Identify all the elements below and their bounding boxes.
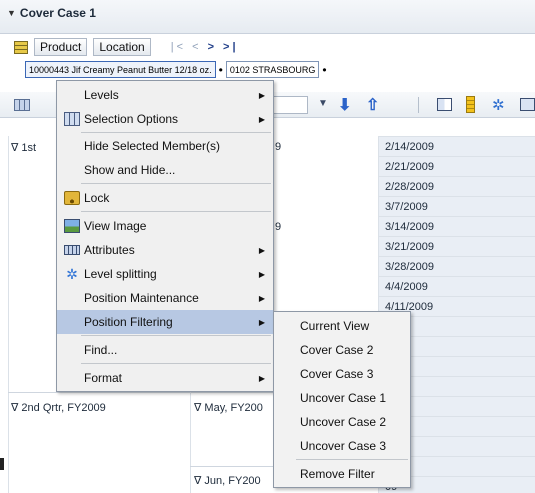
filter-separator-dot: • [322,62,327,77]
view-title: Cover Case 1 [19,6,96,20]
submenu-item-uncover-case-2[interactable]: Uncover Case 2 [274,410,410,434]
submenu-arrow-icon: ▶ [258,269,265,279]
export-icon[interactable] [437,98,452,111]
date-cell[interactable]: 3/7/2009 [378,196,535,216]
menu-item-show-and-hide[interactable]: Show and Hide... [57,158,273,182]
toolbar-search-input[interactable] [270,96,308,114]
date-cell[interactable]: 3/28/2009 [378,256,535,276]
context-menu: Levels ▶ Selection Options ▶ Hide Select… [56,80,274,392]
page-navigation-icons[interactable]: |< < > >| [171,41,239,53]
menu-item-label: Show and Hide... [84,163,176,177]
menu-item-hide-selected[interactable]: Hide Selected Member(s) [57,134,273,158]
menu-item-label: Find... [84,343,118,357]
filter-row: 10000443 Jif Creamy Peanut Butter 12/18 … [25,61,327,78]
menu-item-selection-options[interactable]: Selection Options ▶ [57,107,273,131]
product-filter-value[interactable]: 10000443 Jif Creamy Peanut Butter 12/18 … [25,61,216,78]
submenu-arrow-icon: ▶ [258,317,265,327]
submenu-item-cover-case-2[interactable]: Cover Case 2 [274,338,410,362]
submenu-item-cover-case-3[interactable]: Cover Case 3 [274,362,410,386]
attributes-icon [64,245,80,255]
submenu-item-current-view[interactable]: Current View [274,314,410,338]
month-jun-label[interactable]: ∇ Jun, FY200 [194,474,261,487]
month-may-label[interactable]: ∇ May, FY200 [194,401,263,414]
tab-location[interactable]: Location [93,38,151,56]
submenu-arrow-icon: ▶ [258,114,265,124]
view-title-bar[interactable]: ▼ Cover Case 1 [7,5,96,21]
menu-item-label: Position Filtering [84,315,173,329]
quarter-2-label[interactable]: ∇ 2nd Qrtr, FY2009 [11,401,106,414]
location-filter-value[interactable]: 0102 STRASBOURG [225,61,320,78]
date-cell[interactable]: 4/4/2009 [378,276,535,296]
submenu-arrow-icon: ▶ [258,293,265,303]
menu-item-label: Lock [84,191,110,205]
position-filtering-submenu: Current View Cover Case 2 Cover Case 3 U… [273,311,411,488]
table-view-icon[interactable] [14,99,30,111]
menu-item-format[interactable]: Format ▶ [57,366,273,390]
menu-separator [81,335,271,336]
submenu-item-uncover-case-3[interactable]: Uncover Case 3 [274,434,410,458]
month-fragment: 9 [275,141,282,153]
menu-item-lock[interactable]: Lock [57,186,273,210]
grid-view-icon[interactable] [14,40,28,54]
collapse-chevron-icon[interactable]: ▼ [7,8,16,18]
date-cell[interactable]: 2/21/2009 [378,156,535,176]
level-splitting-icon: ✲ [66,266,78,282]
menu-item-view-image[interactable]: View Image [57,214,273,238]
menu-item-label: Selection Options [84,112,179,126]
date-cell[interactable]: 3/21/2009 [378,236,535,256]
menu-item-level-splitting[interactable]: ✲ Level splitting ▶ [57,262,273,286]
date-cell[interactable]: 2/28/2009 [378,176,535,196]
tab-product[interactable]: Product [34,38,88,56]
selection-options-icon [64,112,80,126]
menu-item-position-filtering[interactable]: Position Filtering ▶ [57,310,273,334]
menu-item-position-maintenance[interactable]: Position Maintenance ▶ [57,286,273,310]
lock-icon [64,191,80,205]
menu-item-label: Format [84,371,123,385]
submenu-arrow-icon: ▶ [258,90,265,100]
quarter-1-label[interactable]: ∇ 1st [11,141,36,154]
submenu-arrow-icon: ▶ [258,373,265,383]
image-icon [64,219,80,233]
highlight-icon[interactable] [466,96,475,113]
menu-item-label: View Image [84,219,147,233]
menu-separator [81,363,271,364]
window-edge-marker [0,458,4,470]
sort-ascending-icon[interactable]: ⇧ [366,95,379,115]
menu-item-find[interactable]: Find... [57,338,273,362]
dropdown-arrow-icon[interactable]: ▼ [318,98,328,109]
menu-item-label: Levels [84,88,119,102]
attributes-icon[interactable] [520,98,535,111]
split-icon[interactable]: ✲ [492,96,505,114]
submenu-arrow-icon: ▶ [258,245,265,255]
date-cell[interactable]: 3/14/2009 [378,216,535,236]
month-fragment: 9 [275,221,282,233]
menu-item-label: Level splitting [84,267,157,281]
menu-separator [81,183,271,184]
view-header: ▼ Cover Case 1 [0,0,535,34]
submenu-item-remove-filter[interactable]: Remove Filter [274,462,410,486]
menu-separator [296,459,408,460]
menu-item-label: Position Maintenance [84,291,199,305]
menu-item-label: Attributes [84,243,135,257]
filter-separator-dot: • [218,62,223,77]
date-cell[interactable]: 2/14/2009 [378,136,535,156]
menu-item-levels[interactable]: Levels ▶ [57,83,273,107]
menu-item-attributes[interactable]: Attributes ▶ [57,238,273,262]
sort-descending-icon[interactable]: ⬇ [338,95,351,115]
toolbar-divider [418,97,419,113]
dimension-tabs: Product Location |< < > >| [14,38,239,56]
menu-separator [81,211,271,212]
submenu-item-uncover-case-1[interactable]: Uncover Case 1 [274,386,410,410]
menu-separator [81,132,271,133]
menu-item-label: Hide Selected Member(s) [84,139,221,153]
